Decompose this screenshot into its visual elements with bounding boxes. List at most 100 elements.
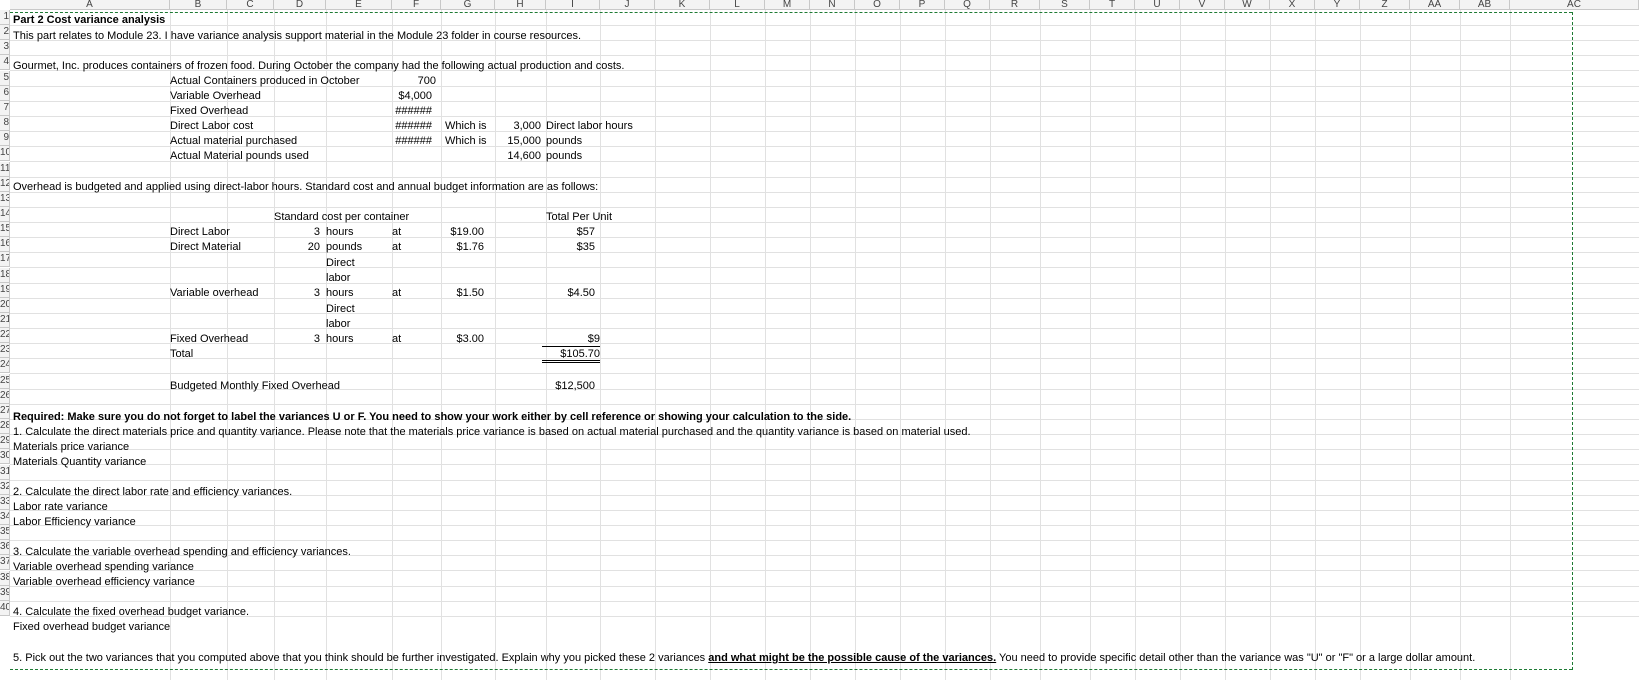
cell-dl-which[interactable]: Which is [445,120,487,133]
column-header-s[interactable]: S [1040,0,1090,10]
column-header-p[interactable]: P [900,0,945,10]
row-header-2[interactable]: 2 [0,25,10,41]
cell-mat-purch-value[interactable]: ###### [380,135,432,148]
cell-dl-qty[interactable]: 3 [280,226,320,239]
column-header-a[interactable]: A [10,0,170,10]
row-header-14[interactable]: 14 [0,206,10,222]
row-header-28[interactable]: 28 [0,419,10,435]
cell-q4[interactable]: 4. Calculate the fixed overhead budget v… [13,606,249,619]
cell-dm-qty[interactable]: 20 [280,241,320,254]
column-header-l[interactable]: L [710,0,765,10]
cell-fixed-oh-value[interactable]: ###### [380,105,432,118]
cell-mat-purch-unit[interactable]: pounds [546,135,582,148]
row-header-22[interactable]: 22 [0,328,10,344]
row-header-38[interactable]: 38 [0,570,10,586]
cell-containers-value[interactable]: 700 [380,75,436,88]
cell-vo-qty[interactable]: 3 [280,287,320,300]
row-header-15[interactable]: 15 [0,222,10,238]
cell-mat-purch-qty[interactable]: 15,000 [495,135,541,148]
column-header-t[interactable]: T [1090,0,1135,10]
column-header-y[interactable]: Y [1315,0,1360,10]
row-header-37[interactable]: 37 [0,555,10,571]
cell-mat-purch-label[interactable]: Actual material purchased [170,135,297,148]
row-header-21[interactable]: 21 [0,313,10,328]
column-header-k[interactable]: K [655,0,710,10]
row-header-11[interactable]: 11 [0,161,10,177]
column-header-g[interactable]: G [441,0,495,10]
column-header-i[interactable]: I [546,0,600,10]
column-header-q[interactable]: Q [945,0,990,10]
row-header-1[interactable]: 1 [0,10,10,25]
column-header-ab[interactable]: AB [1460,0,1510,10]
cell-dm-label[interactable]: Direct Material [170,241,241,254]
column-header-m[interactable]: M [765,0,810,10]
column-header-n[interactable]: N [810,0,855,10]
cell-q2b[interactable]: Labor Efficiency variance [13,516,136,529]
cell-dl-hours-unit[interactable]: Direct labor hours [546,120,633,133]
cell-q3[interactable]: 3. Calculate the variable overhead spend… [13,546,351,559]
cell-q1b[interactable]: Materials Quantity variance [13,456,146,469]
cell-fo-total[interactable]: $9 [542,333,600,347]
column-header-f[interactable]: F [392,0,441,10]
cell-vo-total[interactable]: $4.50 [545,287,595,300]
cell-mat-used-qty[interactable]: 14,600 [495,150,541,163]
row-header-24[interactable]: 24 [0,358,10,374]
row-header-10[interactable]: 10 [0,146,10,162]
cell-q3a[interactable]: Variable overhead spending variance [13,561,194,574]
cell-q1a[interactable]: Materials price variance [13,441,129,454]
cell-fo-unit[interactable]: Direct labor hours [326,302,366,347]
cell-fo-at[interactable]: at [392,333,401,346]
cell-dl-at[interactable]: at [392,226,401,239]
cell-fo-rate[interactable]: $3.00 [440,333,484,346]
row-header-4[interactable]: 4 [0,55,10,71]
cell-q5[interactable]: 5. Pick out the two variances that you c… [13,652,1475,665]
cell-dl-label[interactable]: Direct Labor [170,226,230,239]
cell-dm-at[interactable]: at [392,241,401,254]
row-header-19[interactable]: 19 [0,282,10,298]
column-header-w[interactable]: W [1225,0,1270,10]
cell-q2a[interactable]: Labor rate variance [13,501,108,514]
row-header-6[interactable]: 6 [0,85,10,101]
row-header-3[interactable]: 3 [0,40,10,56]
cell-std-header[interactable]: Standard cost per container [274,211,409,224]
cell-var-oh-label[interactable]: Variable Overhead [170,90,261,103]
cell-vo-rate[interactable]: $1.50 [440,287,484,300]
column-header-e[interactable]: E [326,0,392,10]
cell-vo-unit[interactable]: Direct labor hours [326,256,366,301]
cell-fo-qty[interactable]: 3 [280,333,320,346]
column-header-aa[interactable]: AA [1410,0,1460,10]
column-header-o[interactable]: O [855,0,900,10]
cell-dl-cost-value[interactable]: ###### [380,120,432,133]
cell-q1[interactable]: 1. Calculate the direct materials price … [13,426,971,439]
spreadsheet-grid[interactable]: A B C D E F G H I J K L M N O P Q R S T U V W X Y Z AA AB AC 1234567… [0,0,1639,680]
column-header-r[interactable]: R [990,0,1040,10]
row-header-32[interactable]: 32 [0,479,10,495]
column-header-b[interactable]: B [170,0,227,10]
cell-mat-used-label[interactable]: Actual Material pounds used [170,150,309,163]
row-header-20[interactable]: 20 [0,297,10,313]
cell-intro[interactable]: This part relates to Module 23. I have v… [13,30,581,43]
cell-budget-value[interactable]: $12,500 [545,380,595,393]
cell-overhead-text[interactable]: Overhead is budgeted and applied using d… [13,181,598,194]
row-header-33[interactable]: 33 [0,494,10,510]
column-header-h[interactable]: H [495,0,546,10]
row-header-8[interactable]: 8 [0,116,10,132]
cell-total-header[interactable]: Total Per Unit [546,211,612,224]
row-header-13[interactable]: 13 [0,191,10,207]
cell-vo-label[interactable]: Variable overhead [170,287,258,300]
cell-containers-label[interactable]: Actual Containers produced in October [170,75,360,88]
cell-fixed-oh-label[interactable]: Fixed Overhead [170,105,248,118]
cell-dl-cost-label[interactable]: Direct Labor cost [170,120,253,133]
row-header-7[interactable]: 7 [0,100,10,116]
cell-var-oh-value[interactable]: $4,000 [380,90,432,103]
row-header-36[interactable]: 36 [0,540,10,556]
row-header-12[interactable]: 12 [0,176,10,192]
row-header-30[interactable]: 30 [0,449,10,465]
cell-dm-total[interactable]: $35 [545,241,595,254]
cell-dm-rate[interactable]: $1.76 [440,241,484,254]
row-header-23[interactable]: 23 [0,343,10,359]
cell-required-heading[interactable]: Required: Make sure you do not forget to… [13,411,851,424]
cell-company-text[interactable]: Gourmet, Inc. produces containers of fro… [13,60,624,73]
cell-fo-label[interactable]: Fixed Overhead [170,333,248,346]
cell-total-label[interactable]: Total [170,348,193,361]
